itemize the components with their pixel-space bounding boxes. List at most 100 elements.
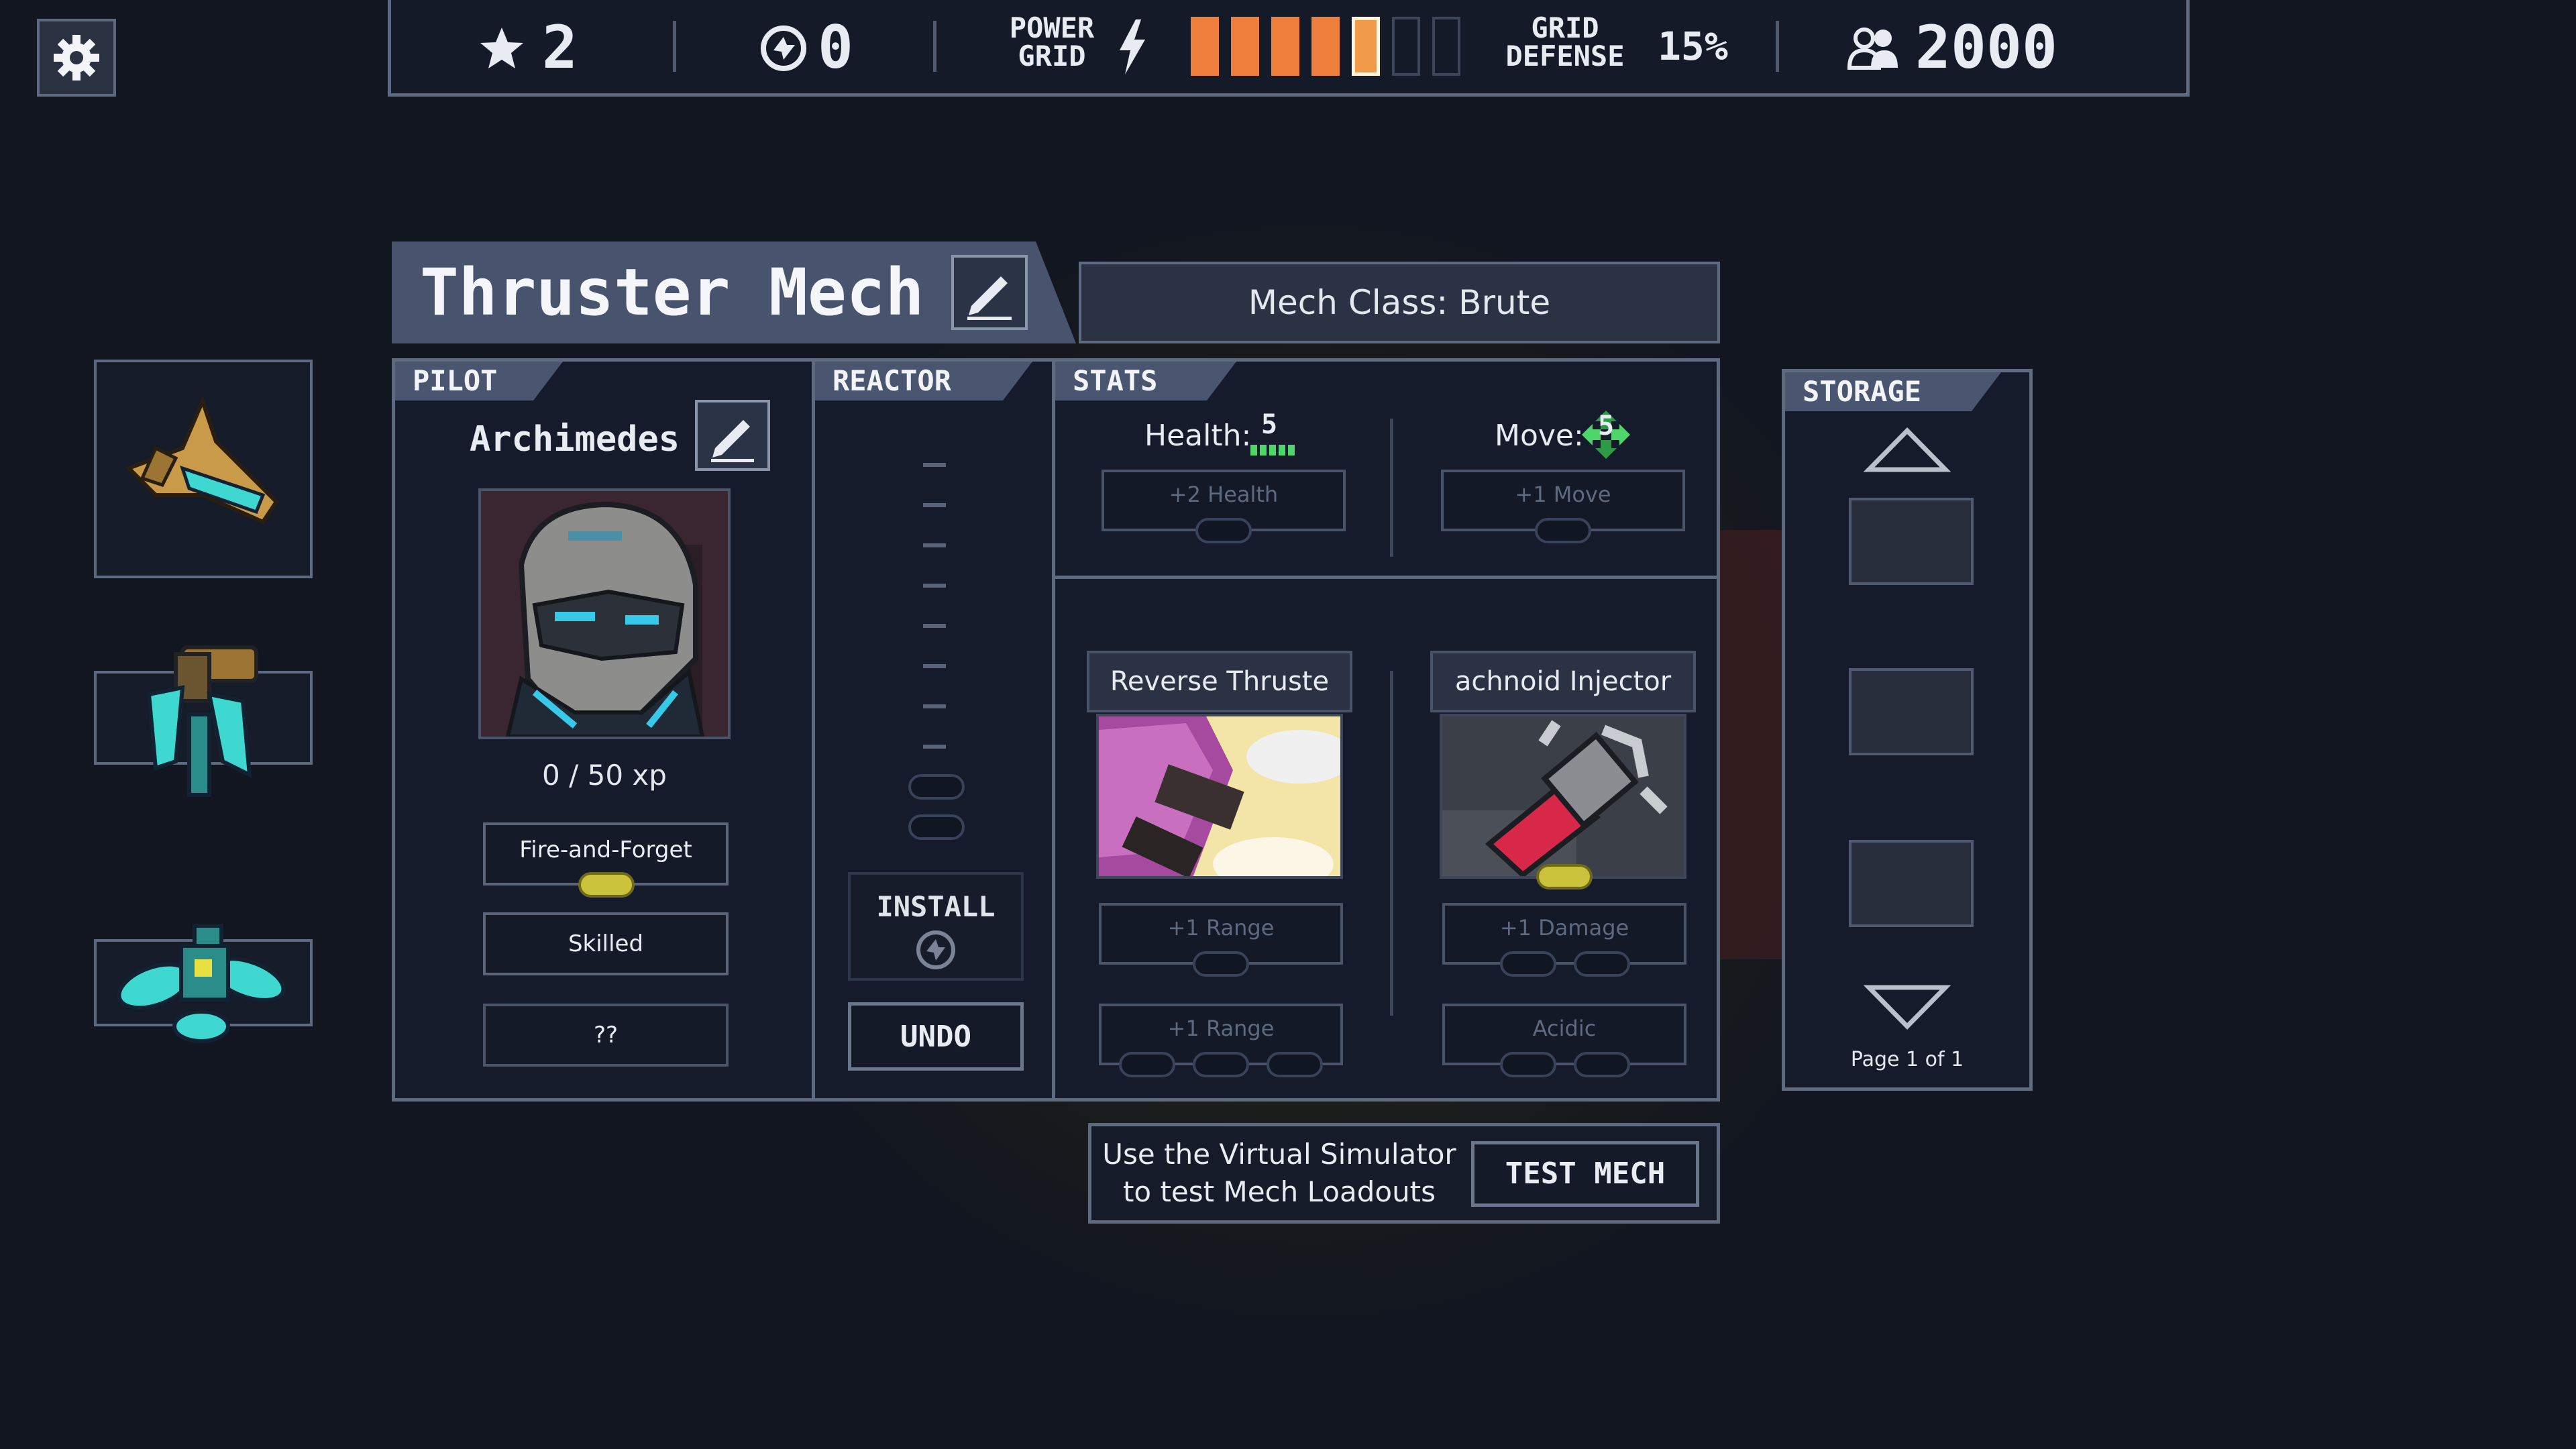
- undo-button[interactable]: UNDO: [848, 1002, 1024, 1071]
- install-label: INSTALL: [876, 890, 996, 923]
- divider: [1055, 576, 1720, 579]
- top-resource-bar: 2 0 POWER GRID GRID DEFENSE 15% 2000: [388, 0, 2190, 97]
- pilot-skill-3-label: ??: [593, 1022, 619, 1049]
- pilot-skill-3[interactable]: ??: [483, 1004, 729, 1067]
- pilot-portrait: [478, 488, 731, 739]
- power-grid-label-line2: GRID: [1018, 40, 1086, 72]
- thruster-mech-icon: [125, 395, 279, 525]
- reactor-tick: [923, 745, 946, 749]
- simulator-text-line1: Use the Virtual Simulator: [1102, 1138, 1456, 1171]
- upgrade-slot: [1267, 1052, 1323, 1077]
- background-red-zone: [1717, 530, 1791, 959]
- move-label: Move:: [1495, 419, 1584, 453]
- health-label: Health:: [1144, 419, 1252, 453]
- reactor-slot: [908, 814, 965, 840]
- reactor-tab: REACTOR: [815, 362, 1032, 400]
- weapon-2-upgrade-1-label: +1 Damage: [1499, 915, 1629, 941]
- reactor-tick: [923, 543, 946, 547]
- mech-name-header: Thruster Mech: [392, 241, 1076, 343]
- weapon-2-upgrade-2[interactable]: Acidic: [1442, 1004, 1686, 1065]
- power-segment: [1271, 17, 1299, 76]
- weapon-2-power-indicator: [1536, 864, 1593, 890]
- reactor-tick: [923, 503, 946, 507]
- pilot-skill-2[interactable]: Skilled: [483, 912, 729, 975]
- simulator-text-line2: to test Mech Loadouts: [1122, 1175, 1436, 1208]
- grid-defense-label-line2: DEFENSE: [1505, 40, 1625, 72]
- artillery-mech-icon[interactable]: [136, 641, 270, 802]
- divider: [933, 21, 936, 72]
- storage-tab: STORAGE: [1785, 372, 2001, 411]
- divider: [1776, 21, 1779, 72]
- weapon-2-upgrade-1[interactable]: +1 Damage: [1442, 903, 1686, 965]
- health-upgrade-label: +2 Health: [1169, 482, 1279, 507]
- mech-class: Mech Class: Brute: [1248, 283, 1551, 322]
- storage-scroll-up-icon[interactable]: [1864, 427, 1951, 474]
- game-screen: { "top_bar": { "stars": "2", "reputation…: [0, 0, 2576, 1449]
- weapon-2-image: [1440, 714, 1686, 879]
- upgrade-slot: [1574, 951, 1630, 977]
- weapon-1-upgrade-2-label: +1 Range: [1167, 1016, 1275, 1041]
- pilot-skill-1-label: Fire-and-Forget: [519, 837, 692, 863]
- power-segment-empty: [1392, 17, 1420, 76]
- move-upgrade-label: +1 Move: [1515, 482, 1611, 507]
- simulator-box: Use the Virtual Simulator to test Mech L…: [1088, 1123, 1720, 1224]
- test-mech-label: TEST MECH: [1505, 1157, 1666, 1191]
- reactor-tick: [923, 463, 946, 467]
- rename-pilot-button[interactable]: [695, 400, 770, 471]
- power-segment-active: [1352, 17, 1380, 76]
- weapon-2-title[interactable]: achnoid Injector: [1430, 651, 1696, 712]
- weapon-1-image: [1096, 714, 1343, 879]
- reactor-core-icon: [916, 930, 955, 969]
- people-icon: [1847, 28, 1898, 70]
- upgrade-slot: [1500, 1052, 1556, 1077]
- drone-mech-icon[interactable]: [107, 912, 302, 1060]
- stats-tab: STATS: [1055, 362, 1236, 400]
- pilot-name: Archimedes: [470, 419, 680, 460]
- storage-scroll-down-icon[interactable]: [1864, 983, 1951, 1030]
- upgrade-slot: [1119, 1052, 1175, 1077]
- settings-button[interactable]: [37, 19, 116, 97]
- grid-defense-label: GRID DEFENSE: [1491, 14, 1639, 70]
- move-upgrade-slot: [1535, 518, 1591, 543]
- storage-slot[interactable]: [1849, 668, 1974, 755]
- simulator-text: Use the Virtual Simulator to test Mech L…: [1091, 1136, 1467, 1211]
- undo-label: UNDO: [900, 1020, 971, 1054]
- install-button[interactable]: INSTALL: [848, 872, 1024, 981]
- reactor-tick: [923, 624, 946, 628]
- upgrade-slot: [1193, 951, 1249, 977]
- power-segment: [1231, 17, 1259, 76]
- divider: [673, 21, 676, 72]
- health-upgrade-slot: [1195, 518, 1252, 543]
- storage-slot[interactable]: [1849, 498, 1974, 585]
- pilot-xp: 0 / 50 xp: [542, 759, 667, 792]
- test-mech-button[interactable]: TEST MECH: [1471, 1141, 1699, 1207]
- stars-count: 2: [542, 13, 578, 82]
- divider: [1052, 358, 1055, 1102]
- upgrade-slot: [1500, 951, 1556, 977]
- power-segment: [1191, 17, 1219, 76]
- reputation-count: 0: [818, 13, 853, 82]
- pilot-helmet-icon: [481, 491, 728, 737]
- lightning-icon: [1120, 19, 1145, 74]
- health-value: 5: [1261, 409, 1278, 440]
- reputation-icon: [761, 25, 806, 71]
- gear-icon: [54, 35, 99, 80]
- power-grid-label-line1: POWER: [1009, 11, 1095, 44]
- upgrade-slot: [1193, 1052, 1249, 1077]
- weapon-1-upgrade-1-label: +1 Range: [1167, 915, 1275, 941]
- divider: [1390, 419, 1393, 557]
- storage-slot[interactable]: [1849, 840, 1974, 927]
- weapon-1-title[interactable]: Reverse Thruste: [1087, 651, 1352, 712]
- reactor-slot: [908, 774, 965, 800]
- power-grid-label: POWER GRID: [988, 14, 1116, 70]
- mech-select-thruster[interactable]: [94, 360, 313, 578]
- population-count: 2000: [1915, 13, 2057, 82]
- star-icon: [480, 28, 523, 68]
- weapon-2-name: achnoid Injector: [1454, 666, 1672, 697]
- power-segment: [1311, 17, 1340, 76]
- upgrade-slot: [1574, 1052, 1630, 1077]
- mech-name: Thruster Mech: [420, 255, 924, 330]
- pencil-icon: [711, 420, 754, 462]
- weapon-1-name: Reverse Thruste: [1110, 666, 1330, 697]
- rename-mech-button[interactable]: [951, 255, 1028, 330]
